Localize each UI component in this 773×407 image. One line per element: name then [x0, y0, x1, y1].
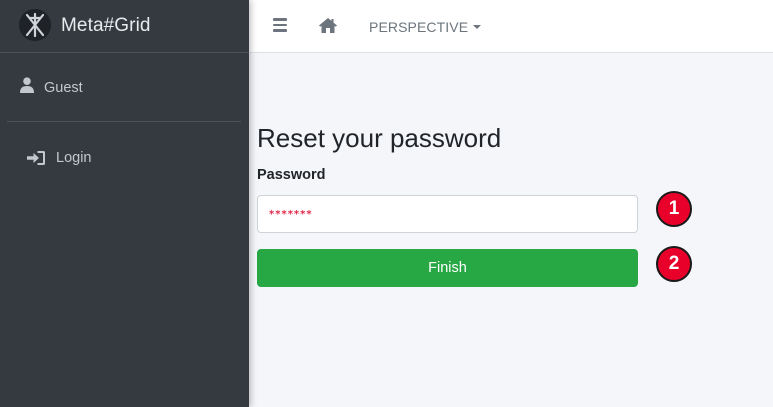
password-label: Password: [257, 167, 326, 183]
page-title: Reset your password: [257, 123, 502, 153]
metagrid-logo-icon: [19, 9, 51, 41]
sidebar: Meta#Grid Guest Login: [0, 0, 249, 407]
app-root: Meta#Grid Guest Login PERSPECTIVE Reset …: [0, 0, 773, 407]
sidebar-item-label: Login: [56, 150, 92, 166]
annotation-marker-1: 1: [656, 191, 692, 227]
brand-name: Meta#Grid: [61, 15, 151, 36]
sign-in-icon: [27, 150, 46, 166]
annotation-marker-2: 2: [656, 246, 692, 282]
hamburger-icon[interactable]: [273, 18, 287, 32]
user-name[interactable]: Guest: [44, 80, 83, 96]
password-field[interactable]: [257, 195, 638, 233]
home-icon[interactable]: [318, 17, 338, 34]
user-panel: Guest: [7, 53, 241, 122]
brand-link[interactable]: Meta#Grid: [0, 0, 249, 53]
user-icon: [20, 77, 34, 93]
caret-down-icon: [473, 25, 482, 29]
perspective-dropdown[interactable]: PERSPECTIVE: [369, 19, 482, 35]
perspective-label: PERSPECTIVE: [369, 19, 469, 35]
sidebar-item-login[interactable]: Login: [7, 140, 241, 178]
top-navbar: PERSPECTIVE: [249, 0, 773, 53]
finish-button[interactable]: Finish: [257, 249, 638, 287]
